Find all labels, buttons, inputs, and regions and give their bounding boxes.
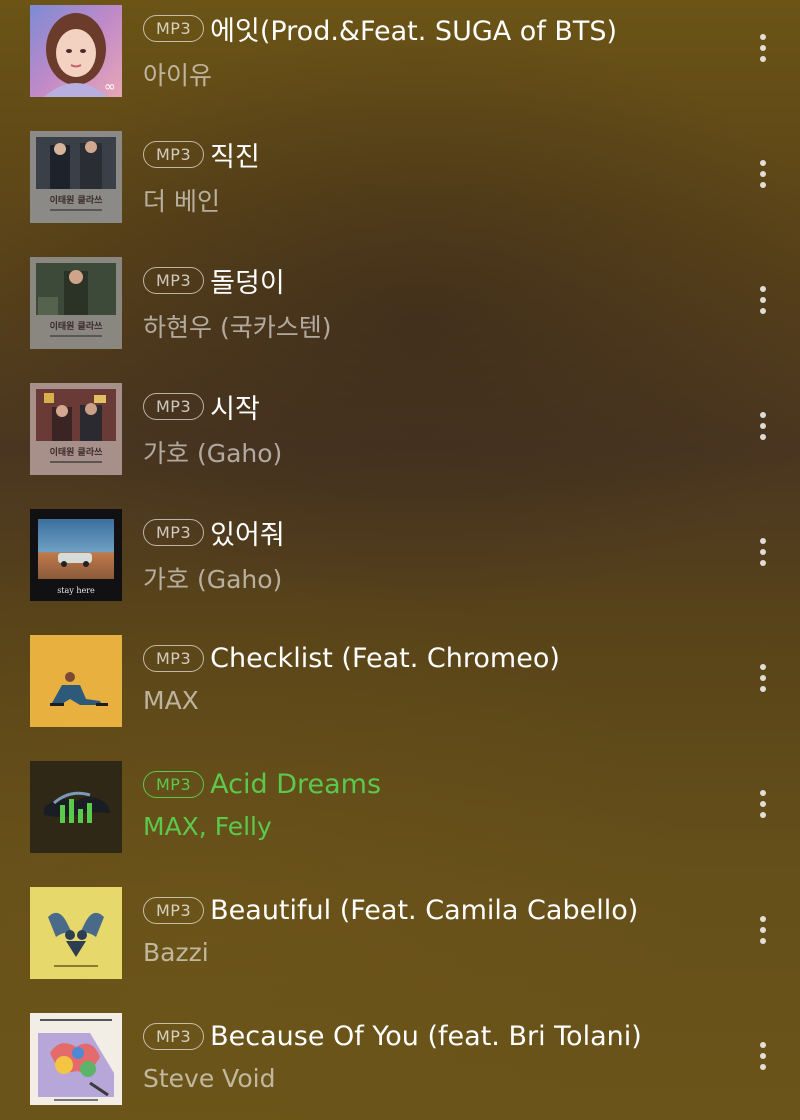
itaewon-class-ost-cover: 이태원 클라쓰 [30,257,122,349]
svg-text:이태원 클라쓰: 이태원 클라쓰 [50,320,103,332]
more-vertical-icon[interactable] [748,282,778,318]
svg-text:이태원 클라쓰: 이태원 클라쓰 [50,446,103,458]
track-title: 에잇(Prod.&Feat. SUGA of BTS) [210,15,618,47]
track-title: 돌덩이 [210,267,285,299]
now-playing-equalizer-icon [30,761,122,853]
album-cover [30,1013,122,1105]
angels-cover [30,887,122,979]
title-line: MP3 에잇(Prod.&Feat. SUGA of BTS) [143,8,617,48]
more-vertical-icon[interactable] [748,912,778,948]
album-cover [30,761,122,853]
itaewon-class-ost-cover: 이태원 클라쓰 [30,131,122,223]
more-vertical-icon[interactable] [748,786,778,822]
album-cover: stay here [30,509,122,601]
more-vertical-icon[interactable] [748,30,778,66]
list-item[interactable]: 이태원 클라쓰 MP3 시작 가호 (Gaho) [0,374,800,484]
track-title: Because Of You (feat. Bri Tolani) [210,1020,642,1052]
mp3-badge: MP3 [143,266,205,294]
album-cover [30,635,122,727]
track-artist: Steve Void [143,1064,276,1093]
track-title: 시작 [210,393,260,425]
svg-text:∞: ∞ [104,79,116,95]
title-line: MP3 Because Of You (feat. Bri Tolani) [143,1016,642,1056]
album-cover: 이태원 클라쓰 [30,383,122,475]
track-artist: MAX [143,686,199,715]
illustrated-girl-cover: ∞ [30,5,122,97]
track-title: 직진 [210,141,260,173]
album-cover: 이태원 클라쓰 [30,257,122,349]
track-artist: 가호 (Gaho) [143,565,283,594]
track-title: Beautiful (Feat. Camila Cabello) [210,894,639,926]
mp3-badge: MP3 [143,14,205,42]
mp3-badge: MP3 [143,1022,205,1050]
album-cover: ∞ [30,5,122,97]
list-item[interactable]: MP3 Acid Dreams MAX, Felly [0,752,800,862]
title-line: MP3 있어줘 [143,512,285,552]
list-item[interactable]: 이태원 클라쓰 MP3 돌덩이 하현우 (국카스텐) [0,248,800,358]
title-line: MP3 시작 [143,386,260,426]
track-title: Checklist (Feat. Chromeo) [210,642,560,674]
title-line: MP3 직진 [143,134,260,174]
title-line: MP3 Acid Dreams [143,764,381,804]
more-vertical-icon[interactable] [748,534,778,570]
mp3-badge: MP3 [143,140,205,168]
more-vertical-icon[interactable] [748,156,778,192]
album-cover [30,887,122,979]
title-line: MP3 Beautiful (Feat. Camila Cabello) [143,890,638,930]
track-list: ∞ MP3 에잇(Prod.&Feat. SUGA of BTS) 아이유 이태… [0,0,800,1120]
mp3-badge: MP3 [143,770,205,798]
mp3-badge: MP3 [143,644,205,672]
list-item[interactable]: MP3 Beautiful (Feat. Camila Cabello) Baz… [0,878,800,988]
track-artist: 가호 (Gaho) [143,439,283,468]
list-item[interactable]: MP3 Because Of You (feat. Bri Tolani) St… [0,1004,800,1114]
track-title: 있어줘 [210,519,285,551]
track-artist: 아이유 [143,61,213,90]
itaewon-class-ost-cover: 이태원 클라쓰 [30,383,122,475]
track-artist: 더 베인 [143,187,220,216]
track-artist: Bazzi [143,938,209,967]
mp3-badge: MP3 [143,518,205,546]
list-item[interactable]: ∞ MP3 에잇(Prod.&Feat. SUGA of BTS) 아이유 [0,0,800,106]
more-vertical-icon[interactable] [748,408,778,444]
list-item[interactable]: MP3 Checklist (Feat. Chromeo) MAX [0,626,800,736]
list-item[interactable]: stay here MP3 있어줘 가호 (Gaho) [0,500,800,610]
album-cover: 이태원 클라쓰 [30,131,122,223]
svg-text:stay here: stay here [57,586,95,595]
title-line: MP3 Checklist (Feat. Chromeo) [143,638,560,678]
svg-text:이태원 클라쓰: 이태원 클라쓰 [50,194,103,206]
colorful-collage-cover [30,1013,122,1105]
stay-here-cover: stay here [30,509,122,601]
track-artist: MAX, Felly [143,812,272,841]
more-vertical-icon[interactable] [748,660,778,696]
mp3-badge: MP3 [143,392,205,420]
title-line: MP3 돌덩이 [143,260,285,300]
mp3-badge: MP3 [143,896,205,924]
more-vertical-icon[interactable] [748,1038,778,1074]
track-artist: 하현우 (국카스텐) [143,313,332,342]
list-item[interactable]: 이태원 클라쓰 MP3 직진 더 베인 [0,122,800,232]
yellow-portrait-cover [30,635,122,727]
track-title: Acid Dreams [210,768,382,800]
